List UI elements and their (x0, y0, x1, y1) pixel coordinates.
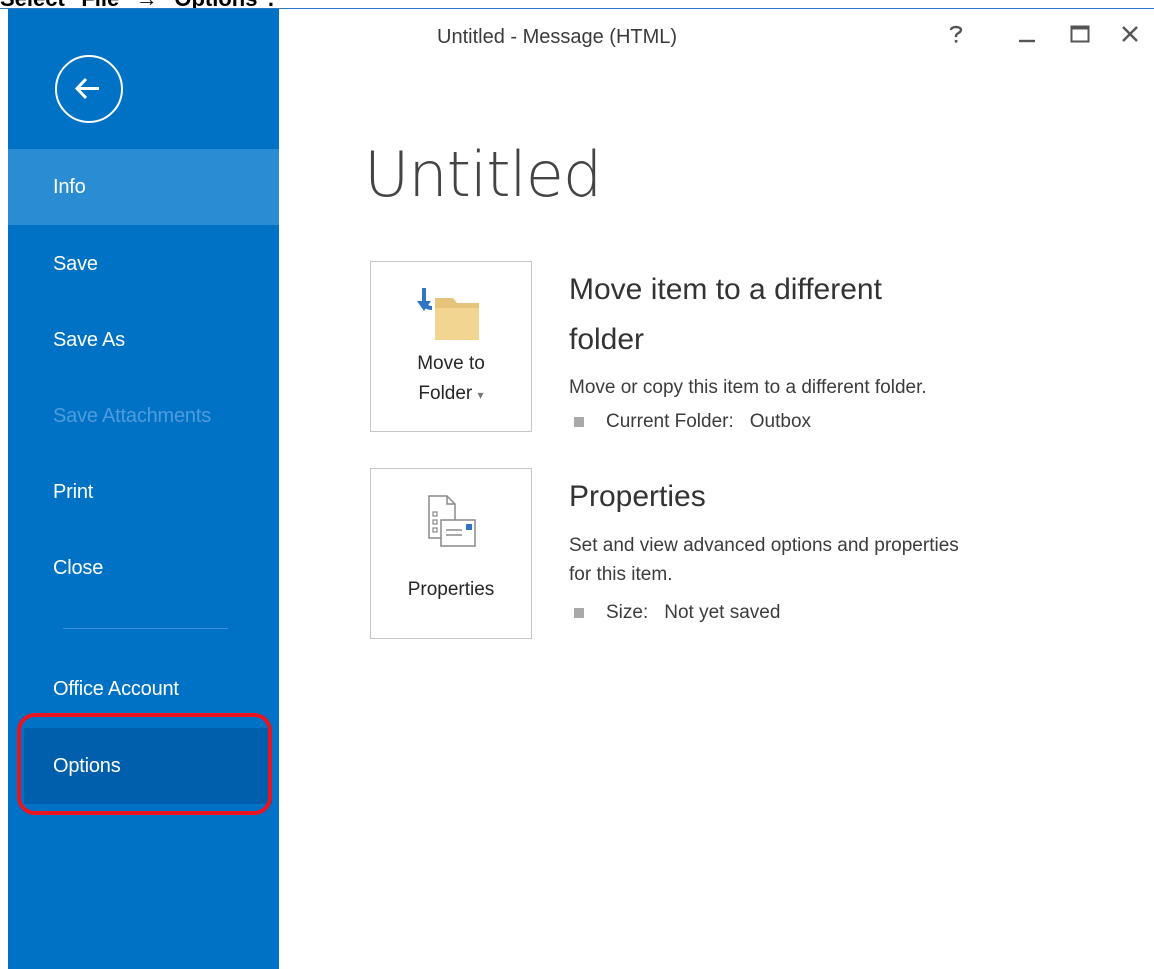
properties-section-heading: Properties (569, 480, 706, 513)
current-folder-detail: Current Folder: Outbox (574, 411, 811, 433)
sidebar-item-label: Save Attachments (53, 404, 212, 427)
properties-label: Properties (407, 579, 495, 600)
help-button[interactable] (940, 18, 972, 50)
sidebar-divider (63, 628, 228, 629)
sidebar-item-label: Options (53, 754, 121, 777)
sidebar-item-options[interactable]: Options (24, 728, 272, 804)
close-button[interactable] (1114, 18, 1146, 50)
properties-section-description: Set and view advanced options and proper… (569, 535, 959, 556)
sidebar-item-office-account[interactable]: Office Account (8, 651, 279, 727)
page-title: Untitled (364, 138, 602, 211)
detail-key: Size: (606, 602, 649, 623)
properties-section-description-line2: for this item. (569, 564, 673, 585)
folder-label: Folder (418, 383, 473, 404)
move-to-folder-label-line2: Folder ▾ (371, 379, 531, 410)
sidebar-item-save-as[interactable]: Save As (8, 302, 279, 378)
sidebar-item-label: Save As (53, 328, 125, 351)
move-to-folder-label: Move to (417, 353, 485, 374)
sidebar-item-save[interactable]: Save (8, 226, 279, 302)
sidebar-item-info[interactable]: Info (8, 149, 279, 225)
maximize-button[interactable] (1064, 18, 1096, 50)
properties-icon (428, 495, 476, 547)
help-icon (949, 25, 963, 43)
properties-button[interactable]: Properties (370, 468, 532, 639)
instruction-caption: Select "File" → "Options". (0, 0, 1154, 8)
sidebar-item-label: Office Account (53, 677, 179, 700)
move-section-description: Move or copy this item to a different fo… (569, 377, 927, 398)
sidebar-item-save-attachments: Save Attachments (8, 378, 279, 454)
sidebar-item-close[interactable]: Close (8, 530, 279, 606)
maximize-icon (1070, 25, 1090, 43)
move-to-folder-button[interactable]: Move to Folder ▾ (370, 261, 532, 432)
move-section-heading: Move item to a different (569, 273, 882, 306)
sidebar-item-print[interactable]: Print (8, 454, 279, 530)
detail-key: Current Folder: (606, 411, 734, 432)
close-icon (1122, 26, 1138, 42)
sidebar-item-label: Info (53, 175, 86, 198)
sidebar-item-label: Save (53, 252, 98, 275)
back-arrow-icon (74, 77, 99, 100)
minimize-icon (1019, 39, 1035, 43)
detail-value: Not yet saved (664, 602, 781, 623)
chevron-down-icon: ▾ (477, 388, 484, 402)
sidebar-item-label: Close (53, 556, 104, 579)
backstage-sidebar: Info Save Save As Save Attachments Print… (8, 9, 279, 969)
move-to-folder-icon (417, 288, 479, 340)
sidebar-item-label: Print (53, 480, 94, 503)
bullet-icon (574, 608, 584, 618)
back-button[interactable] (55, 55, 123, 123)
minimize-button[interactable] (1011, 18, 1043, 50)
size-detail: Size: Not yet saved (574, 602, 780, 624)
detail-value: Outbox (749, 411, 812, 432)
bullet-icon (574, 417, 584, 427)
window-title: Untitled - Message (HTML) (437, 26, 678, 48)
move-section-heading-line2: folder (569, 323, 645, 356)
